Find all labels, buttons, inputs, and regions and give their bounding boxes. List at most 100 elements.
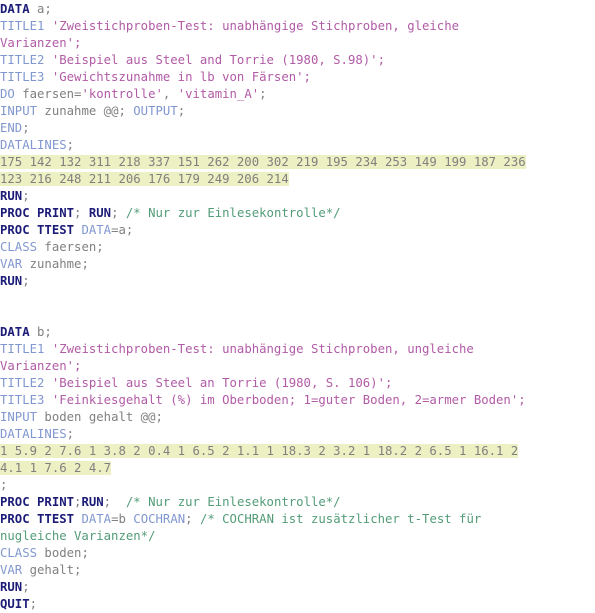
code-token-kw-sec: TITLE3 [0,70,45,84]
code-token-ident: boden; [37,546,89,560]
code-token-ident: ; [0,478,8,492]
code-line[interactable]: 1 5.9 2 7.6 1 3.8 2 0.4 1 6.5 2 1.1 1 18… [0,443,595,460]
code-token-str: 'Gewichtszunahme in lb von Färsen'; [51,70,311,84]
code-token-ident: ; [66,138,75,152]
code-line[interactable]: VAR zunahme; [0,256,595,273]
code-line[interactable]: DATA b; [0,324,595,341]
code-token-ident: zunahme; [22,257,89,271]
code-token-ident: ; [177,104,186,118]
code-token-data: 1 5.9 2 7.6 1 3.8 2 0.4 1 6.5 2 1.1 1 18… [0,444,519,458]
code-token-kw-stmt: RUN [0,580,23,594]
code-token-str: 'Zweistichproben-Test: unabhängige Stich… [51,19,460,33]
code-line[interactable] [0,307,595,324]
code-token-str: 'vitamin_A' [177,87,260,101]
code-line[interactable]: DATA a; [0,1,595,18]
code-line[interactable]: DATALINES; [0,137,595,154]
code-token-ident: ; [111,206,126,220]
code-line[interactable]: TITLE2 'Beispiel aus Steel an Torrie (19… [0,375,595,392]
code-line[interactable]: TITLE3 'Gewichtszunahme in lb von Färsen… [0,69,595,86]
code-token-kw-sec: CLASS [0,240,38,254]
code-token-data: 123 216 248 211 206 176 179 249 206 214 [0,172,289,186]
code-token-kw-stmt: PROC PRINT [0,206,75,220]
code-line[interactable]: RUN; [0,273,595,290]
code-token-kw-sec: OUTPUT [133,104,178,118]
code-line[interactable]: ; [0,477,595,494]
code-token-str: Varianzen'; [0,36,82,50]
code-token-kw-sec: CLASS [0,546,38,560]
code-line[interactable]: END; [0,120,595,137]
code-token-kw-sec: INPUT [0,104,38,118]
code-line[interactable]: QUIT; [0,596,595,613]
code-line[interactable]: TITLE2 'Beispiel aus Steel and Torrie (1… [0,52,595,69]
code-token-kw-stmt: PROC PRINT [0,495,75,509]
code-token-kw-stmt: RUN [81,495,104,509]
code-token-ident [44,376,51,390]
code-token-ident: faersen= [14,87,82,101]
code-token-ident: ; [259,87,267,101]
code-token-str: 'Feinkiesgehalt (%) im Oberboden; 1=gute… [51,393,526,407]
code-token-kw-sec: TITLE1 [0,19,45,33]
code-token-kw-sec: DATA [81,512,112,526]
code-line[interactable]: CLASS boden; [0,545,595,562]
code-token-cmt: /* Nur zur Einlesekontrolle*/ [125,495,341,509]
code-token-kw-stmt: PROC TTEST [0,223,75,237]
code-token-ident: ; [74,206,89,220]
code-line[interactable]: PROC TTEST DATA=a; [0,222,595,239]
code-token-ident: boden gehalt @@; [37,410,163,424]
code-line[interactable]: DO faersen='kontrolle', 'vitamin_A'; [0,86,595,103]
code-line[interactable]: VAR gehalt; [0,562,595,579]
code-line[interactable]: Varianzen'; [0,35,595,52]
code-token-str: 'Beispiel aus Steel an Torrie (1980, S. … [51,376,393,390]
code-line[interactable] [0,290,595,307]
code-token-cmt: /* Nur zur Einlesekontrolle*/ [125,206,341,220]
code-line[interactable]: 123 216 248 211 206 176 179 249 206 214 [0,171,595,188]
code-token-ident: , [162,87,178,101]
code-token-kw-sec: DATALINES [0,427,67,441]
code-token-ident: ; [29,597,38,611]
code-token-ident [44,19,51,33]
code-token-kw-stmt: PROC TTEST [0,512,75,526]
code-token-str: Varianzen'; [0,359,82,373]
code-token-ident: =a; [111,223,134,237]
code-token-kw-sec: END [0,121,23,135]
code-token-ident [44,70,51,84]
code-token-ident: faersen; [37,240,104,254]
code-line[interactable]: TITLE1 'Zweistichproben-Test: unabhängig… [0,18,595,35]
code-line[interactable]: CLASS faersen; [0,239,595,256]
code-token-kw-stmt: RUN [0,274,23,288]
code-token-kw-sec: COCHRAN [133,512,186,526]
code-token-kw-stmt: QUIT [0,597,30,611]
code-token-ident: ; [185,512,200,526]
code-line[interactable]: 4.1 1 7.6 2 4.7 [0,460,595,477]
code-line[interactable]: Varianzen'; [0,358,595,375]
code-token-ident: ; [22,121,30,135]
code-token-ident [44,342,51,356]
code-token-kw-stmt: RUN [88,206,112,220]
code-line[interactable]: PROC TTEST DATA=b COCHRAN; /* COCHRAN is… [0,511,595,528]
code-line[interactable]: 175 142 132 311 218 337 151 262 200 302 … [0,154,595,171]
code-token-ident: a; [29,2,52,16]
code-line[interactable]: nugleiche Varianzen*/ [0,528,595,545]
code-token-ident: =b [111,512,134,526]
code-line[interactable]: RUN; [0,188,595,205]
code-line[interactable]: TITLE1 'Zweistichproben-Test: unabhängig… [0,341,595,358]
code-token-ident: b; [29,325,52,339]
code-token-kw-sec: DATALINES [0,138,67,152]
code-line[interactable]: PROC PRINT; RUN; /* Nur zur Einlesekontr… [0,205,595,222]
code-line[interactable]: INPUT boden gehalt @@; [0,409,595,426]
sas-code-editor[interactable]: DATA a; TITLE1 'Zweistichproben-Test: una… [0,0,595,611]
code-token-kw-sec: TITLE1 [0,342,45,356]
code-token-ident: zunahme @@; [37,104,134,118]
code-line[interactable]: DATALINES; [0,426,595,443]
code-token-str: 'Beispiel aus Steel and Torrie (1980, S.… [51,53,385,67]
code-line[interactable]: TITLE3 'Feinkiesgehalt (%) im Oberboden;… [0,392,595,409]
code-token-ident [44,393,51,407]
code-token-ident: ; [22,580,30,594]
code-line[interactable]: RUN; [0,579,595,596]
code-token-kw-stmt: RUN [0,189,23,203]
code-token-str: 'Zweistichproben-Test: unabhängige Stich… [51,342,474,356]
code-line[interactable]: PROC PRINT;RUN; /* Nur zur Einlesekontro… [0,494,595,511]
code-token-data: 4.1 1 7.6 2 4.7 [0,461,112,475]
code-token-data: 175 142 132 311 218 337 151 262 200 302 … [0,155,526,169]
code-line[interactable]: INPUT zunahme @@; OUTPUT; [0,103,595,120]
